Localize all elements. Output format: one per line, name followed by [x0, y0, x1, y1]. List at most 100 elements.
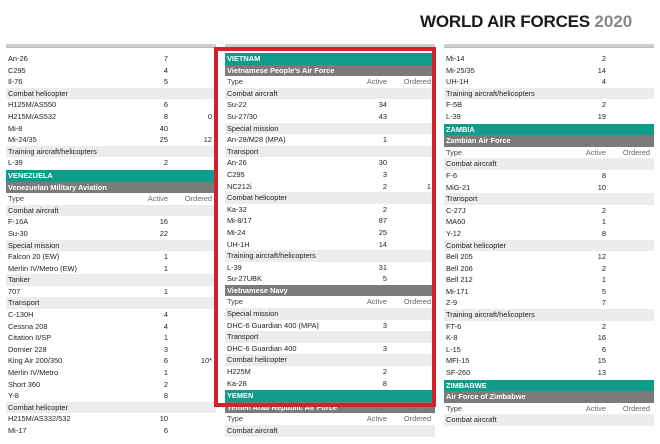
table-row: Il-76 5 [6, 76, 216, 88]
table-row: DHC-6 Guardian 400 3 [225, 343, 435, 355]
table-row: Z-9 7 [444, 297, 654, 309]
category-label: Combat helicopter [8, 402, 68, 412]
aircraft-type: MFI-15 [446, 356, 470, 366]
aircraft-type: SF-260 [446, 368, 471, 378]
table-row: Mi-24/35 25 12 [6, 134, 216, 146]
aircraft-type: Ka-28 [227, 378, 247, 388]
column-left: An-26 7 C295 4 Il-76 5 Combat helicopter H125M/… [6, 44, 216, 437]
table-row: Y-12 8 [444, 228, 654, 240]
active-count: 14 [597, 65, 606, 75]
page-title: WORLD AIR FORCES 2020 [420, 12, 650, 38]
table-row: FT-6 2 [444, 321, 654, 333]
category-row: Combat aircraft [225, 425, 435, 437]
table-row: Bell 205 12 [444, 251, 654, 263]
category-row: Combat aircraft [444, 414, 654, 426]
table-row: Su-30 22 [6, 228, 216, 240]
active-count: 40 [159, 123, 168, 133]
active-count: 1 [163, 252, 168, 262]
table-row: Mi-17 6 [6, 425, 216, 437]
category-row: Training aircraft/helicopters [225, 250, 435, 262]
table-row: Su-27/30 43 [225, 111, 435, 123]
table-row: Ka-28 8 [225, 378, 435, 390]
table-row: Cessna 208 4 [6, 321, 216, 333]
aircraft-type: Z-9 [446, 298, 458, 308]
aircraft-type: UH-1H [446, 77, 469, 87]
active-count: 2 [601, 54, 606, 63]
category-label: Training aircraft/helicopters [8, 146, 97, 156]
active-count: 13 [597, 368, 606, 378]
aircraft-type: Mi-24 [227, 227, 246, 237]
active-count: 10 [597, 182, 606, 192]
active-column-header: Active [585, 403, 606, 413]
aircraft-type: 707 [8, 286, 21, 296]
active-count: 25 [159, 135, 168, 145]
ordered-column-header: Ordered [184, 194, 212, 204]
column-top-rule [225, 44, 435, 48]
category-row: Tanker [6, 274, 216, 286]
aircraft-type: MA60 [446, 217, 466, 227]
category-label: Training aircraft/helicopters [227, 251, 316, 261]
aircraft-type: C-27J [446, 205, 466, 215]
active-count: 15 [597, 356, 606, 366]
active-count: 6 [163, 100, 168, 110]
aircraft-type: Cessna 208 [8, 321, 48, 331]
category-row: Special mission [225, 122, 435, 135]
active-count: 8 [601, 170, 606, 180]
category-label: Combat aircraft [446, 159, 497, 169]
active-count: 10 [159, 414, 168, 424]
table-row: K-8 16 [444, 332, 654, 344]
table-row: Short 360 2 [6, 379, 216, 391]
aircraft-type: Il-76 [8, 77, 23, 87]
table-row: Mi-8 40 [6, 123, 216, 135]
active-count: 34 [378, 100, 387, 110]
table-row: An-28/M28 (MPA) 1 [225, 134, 435, 146]
aircraft-type: MiG-21 [446, 182, 471, 192]
active-count: 3 [382, 169, 387, 179]
category-label: Combat aircraft [446, 415, 497, 425]
category-row: Combat helicopter [225, 192, 435, 204]
aircraft-type: UH-1H [227, 239, 250, 249]
aircraft-type: L-39 [8, 158, 23, 168]
aircraft-type: An-28/M28 (MPA) [227, 135, 286, 145]
ordered-column-header: Ordered [622, 147, 650, 157]
active-count: 12 [597, 252, 606, 262]
active-count: 16 [597, 333, 606, 343]
page-title-main: WORLD AIR FORCES [420, 12, 590, 31]
category-label: Combat aircraft [227, 426, 278, 435]
active-count: 1 [382, 135, 387, 145]
force-header: Zambian Air Force [444, 135, 654, 147]
category-row: Combat aircraft [444, 158, 654, 170]
category-label: Combat aircraft [227, 88, 278, 98]
active-count: 2 [382, 204, 387, 214]
table-row: Su-27UBK 5 [225, 273, 435, 285]
force-header: Venezuelan Military Aviation [6, 181, 216, 194]
table-row: UH-1H 14 [225, 239, 435, 251]
ordered-column-header: Ordered [403, 297, 431, 307]
aircraft-type: An-26 [227, 158, 247, 168]
aircraft-type: Falcon 20 (EW) [8, 252, 60, 262]
active-count: 1 [163, 333, 168, 343]
aircraft-type: L-15 [446, 344, 461, 354]
category-label: Special mission [227, 309, 279, 319]
table-row: MiG-21 10 [444, 182, 654, 194]
table-row: Y-8 8 [6, 390, 216, 402]
aircraft-type: Mi-8/17 [227, 216, 252, 226]
aircraft-type: King Air 200/350 [8, 356, 63, 366]
table-row: MA60 1 [444, 216, 654, 228]
table-row: Merlin IV/Metro 1 [6, 367, 216, 379]
category-row: Training aircraft/helicopters [6, 145, 216, 158]
category-label: Combat helicopter [8, 88, 68, 98]
aircraft-type: DHC-6 Guardian 400 [227, 343, 297, 353]
aircraft-type: H225M [227, 367, 251, 377]
active-count: 6 [163, 426, 168, 435]
table-row: Bell 206 2 [444, 263, 654, 275]
force-header: Vietnamese Navy [225, 284, 435, 297]
active-column-header: Active [147, 194, 168, 204]
active-column-header: Active [366, 414, 387, 424]
category-row: Transport [444, 193, 654, 205]
category-label: Tanker [8, 275, 31, 285]
active-count: 31 [378, 262, 387, 272]
category-label: Special mission [8, 240, 60, 250]
table-header-row: Type Active Ordered [225, 296, 435, 308]
active-count: 2 [601, 205, 606, 215]
